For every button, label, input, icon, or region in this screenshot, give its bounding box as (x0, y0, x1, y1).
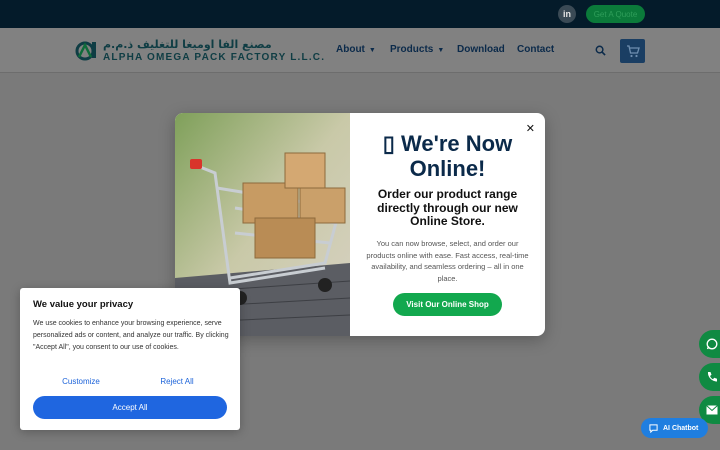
modal-body-text: You can now browse, select, and order ou… (366, 239, 529, 283)
modal-title-text: We're Now Online! (401, 131, 513, 181)
nav-item-about[interactable]: About ▼ (336, 44, 376, 55)
get-a-quote-button[interactable]: Get A Quote (586, 5, 645, 23)
top-bar: in Get A Quote (0, 0, 720, 28)
search-icon[interactable] (595, 45, 606, 56)
chevron-down-icon: ▼ (368, 47, 376, 54)
nav-item-label: Products (390, 44, 434, 55)
linkedin-icon[interactable]: in (558, 5, 576, 23)
visit-online-shop-button[interactable]: Visit Our Online Shop (393, 293, 502, 316)
accept-all-button[interactable]: Accept All (33, 396, 227, 419)
whatsapp-icon (706, 338, 718, 350)
nav-item-download[interactable]: Download (457, 44, 505, 55)
chatbot-label: AI Chatbot (663, 424, 699, 432)
ai-chatbot-button[interactable]: AI Chatbot (641, 418, 708, 438)
nav-item-contact[interactable]: Contact (517, 44, 554, 55)
nav-item-label: About (336, 44, 365, 55)
nav-item-products[interactable]: Products ▼ (390, 44, 444, 55)
modal-title: ▯ We're Now Online! (360, 131, 535, 181)
chat-bubble-icon (649, 423, 658, 433)
cart-icon (626, 44, 640, 57)
chevron-down-icon: ▼ (437, 47, 445, 54)
phone-button[interactable] (699, 363, 720, 391)
nav-item-label: Download (457, 44, 505, 55)
logo-icon[interactable] (75, 39, 97, 61)
site-header: مصنع الفا اوميغا للتغليف ذ.م.م ALPHA OME… (0, 28, 720, 73)
customize-button[interactable]: Customize (33, 377, 129, 386)
modal-subtitle: Order our product range directly through… (377, 187, 518, 228)
phone-icon (707, 372, 717, 382)
envelope-icon (706, 405, 718, 415)
cart-button[interactable] (620, 39, 645, 63)
modal-content: ✕ ▯ We're Now Online! Order our product … (350, 113, 545, 336)
reject-all-button[interactable]: Reject All (129, 377, 225, 386)
cookie-body-text: We use cookies to enhance your browsing … (33, 320, 229, 351)
whatsapp-button[interactable] (699, 330, 720, 358)
nav-item-label: Contact (517, 44, 555, 55)
storefront-icon: ▯ (382, 131, 395, 156)
brand-english-name: ALPHA OMEGA PACK FACTORY L.L.C. (103, 52, 326, 63)
cookie-consent-banner: We value your privacy We use cookies to … (20, 288, 240, 430)
brand-arabic-name: مصنع الفا اوميغا للتغليف ذ.م.م (103, 38, 272, 51)
cookie-title: We value your privacy (33, 299, 134, 310)
